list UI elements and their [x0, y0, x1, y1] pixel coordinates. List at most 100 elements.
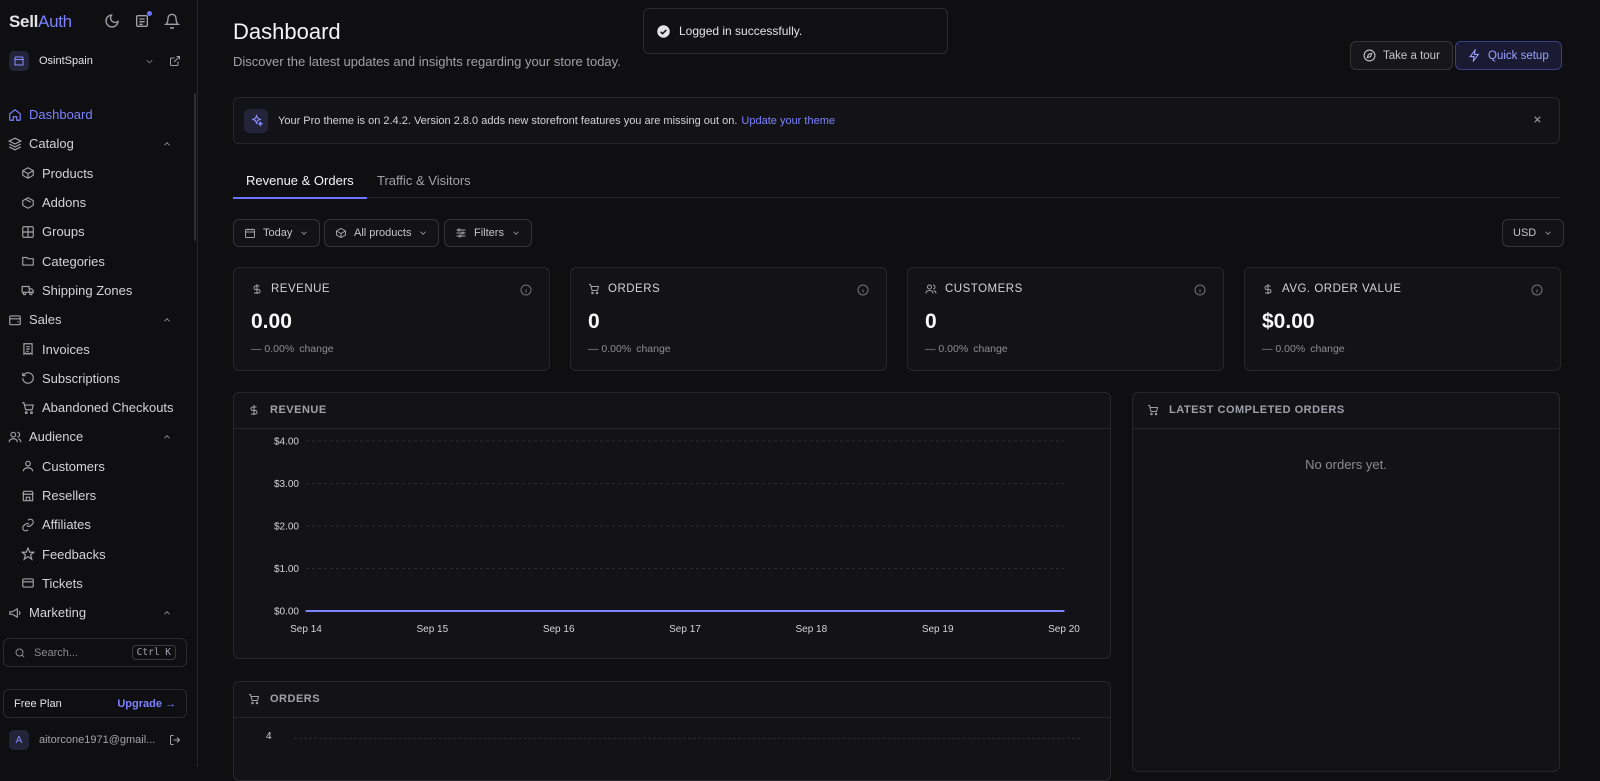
tab-traffic-visitors[interactable]: Traffic & Visitors: [377, 173, 471, 196]
take-tour-button[interactable]: Take a tour: [1350, 41, 1453, 70]
sidebar-item-resellers[interactable]: Resellers: [0, 481, 192, 510]
calendar-icon: [244, 227, 256, 239]
notification-dot: [147, 11, 152, 16]
sidebar-item-customers[interactable]: Customers: [0, 452, 192, 481]
stat-change-label: change: [1310, 343, 1345, 355]
star-icon: [21, 547, 35, 561]
sidebar-item-products[interactable]: Products: [0, 159, 192, 188]
store-switcher[interactable]: OsintSpain: [9, 51, 181, 71]
megaphone-icon: [8, 606, 22, 620]
data-point: [936, 610, 939, 612]
upgrade-link[interactable]: Upgrade →: [117, 698, 176, 710]
sidebar-item-groups[interactable]: Groups: [0, 217, 192, 246]
currency-select[interactable]: USD: [1502, 219, 1565, 247]
stat-card-avg-order-value: AVG. ORDER VALUE $0.00 — 0.00% change: [1244, 267, 1561, 371]
sidebar-item-abandoned-checkouts[interactable]: Abandoned Checkouts: [0, 393, 192, 422]
refresh-icon: [21, 371, 35, 385]
sidebar-section-audience[interactable]: Audience: [0, 422, 192, 451]
bell-icon[interactable]: [164, 13, 180, 29]
sidebar-item-categories[interactable]: Categories: [0, 246, 192, 275]
sliders-icon: [455, 227, 467, 239]
stat-change: — 0.00% change: [588, 343, 671, 355]
chevron-down-icon: [418, 228, 428, 238]
info-icon[interactable]: [1194, 284, 1206, 296]
data-point: [557, 610, 560, 612]
filters-label: Filters: [474, 227, 504, 239]
sidebar-item-affiliates[interactable]: Affiliates: [0, 510, 192, 539]
divider: [234, 717, 1110, 718]
sidebar-item-invoices[interactable]: Invoices: [0, 334, 192, 363]
stat-title: CUSTOMERS: [945, 283, 1023, 295]
sidebar-item-dashboard[interactable]: Dashboard: [0, 100, 192, 129]
brand-part-2: Auth: [38, 12, 72, 31]
brand-logo[interactable]: SellAuth: [9, 12, 72, 32]
stat-title: ORDERS: [608, 283, 661, 295]
user-menu[interactable]: A aitorcone1971@gmail...: [9, 730, 181, 750]
info-icon[interactable]: [520, 284, 532, 296]
news-icon[interactable]: [134, 11, 152, 29]
sidebar-item-label: Subscriptions: [42, 370, 121, 386]
chevron-down-icon: [1543, 228, 1553, 238]
cart-icon: [588, 283, 600, 295]
sidebar-section-catalog[interactable]: Catalog: [0, 129, 192, 158]
sidebar-item-label: Tickets: [42, 575, 83, 591]
sidebar-item-label: Feedbacks: [42, 546, 106, 562]
stat-change-label: change: [299, 343, 334, 355]
sidebar-item-feedbacks[interactable]: Feedbacks: [0, 539, 192, 568]
x-tick-label: Sep 16: [543, 624, 575, 635]
sidebar-item-tickets[interactable]: Tickets: [0, 569, 192, 598]
page-subtitle: Discover the latest updates and insights…: [233, 54, 621, 69]
update-theme-link[interactable]: Update your theme: [741, 115, 835, 127]
products-select[interactable]: All products: [324, 219, 440, 247]
info-icon[interactable]: [1531, 284, 1543, 296]
sidebar-item-label: Invoices: [42, 341, 90, 357]
stat-card-customers: CUSTOMERS 0 — 0.00% change: [907, 267, 1224, 371]
sidebar-item-addons[interactable]: Addons: [0, 188, 192, 217]
stat-change-value: 0.00%: [601, 343, 632, 355]
sidebar-item-subscriptions[interactable]: Subscriptions: [0, 364, 192, 393]
search-placeholder: Search...: [34, 646, 79, 659]
toast-notification: Logged in successfully.: [643, 8, 948, 54]
info-icon[interactable]: [857, 284, 869, 296]
chevron-down-icon: [299, 228, 309, 238]
stat-change-value: 0.00%: [1275, 343, 1306, 355]
panel-title: REVENUE: [270, 404, 327, 416]
sidebar-scrollbar[interactable]: [194, 93, 196, 241]
stat-change: — 0.00% change: [251, 343, 334, 355]
sidebar-section-marketing[interactable]: Marketing: [0, 598, 192, 627]
stat-change: — 0.00% change: [925, 343, 1008, 355]
top-icons: [104, 11, 180, 29]
sidebar-item-label: Shipping Zones: [42, 282, 133, 298]
dollar-icon: [248, 404, 260, 416]
receipt-icon: [21, 342, 35, 356]
tab-revenue-orders[interactable]: Revenue & Orders: [233, 173, 367, 199]
check-circle-icon: [656, 24, 671, 39]
link-icon: [21, 518, 35, 532]
ticket-icon: [21, 576, 35, 590]
external-link-icon[interactable]: [169, 55, 181, 67]
search-input[interactable]: Search... Ctrl K: [3, 638, 187, 667]
store-icon: [9, 51, 29, 71]
sidebar-item-label: Dashboard: [29, 107, 93, 123]
data-point: [1063, 610, 1065, 612]
main-content: Dashboard Discover the latest updates an…: [198, 0, 1600, 781]
quick-setup-button[interactable]: Quick setup: [1455, 41, 1562, 70]
sidebar-section-sales[interactable]: Sales: [0, 305, 192, 334]
filters-button[interactable]: Filters: [444, 219, 532, 247]
sidebar-item-shipping-zones[interactable]: Shipping Zones: [0, 276, 192, 305]
brand-part-1: Sell: [9, 12, 39, 31]
chevron-down-icon: [144, 56, 155, 67]
sidebar-nav: Dashboard Catalog Products Addons Groups…: [0, 100, 192, 627]
revenue-line-chart: $0.00 $1.00 $2.00 $3.00 $4.00 Sep 14 Sep 15 Sep…: [274, 437, 1080, 636]
data-point: [305, 610, 307, 612]
moon-icon[interactable]: [104, 13, 120, 29]
date-range-value: Today: [263, 227, 293, 239]
avatar: A: [9, 730, 29, 750]
y-tick-label: 4: [266, 731, 272, 742]
date-range-select[interactable]: Today: [233, 219, 321, 247]
stat-change: — 0.00% change: [1262, 343, 1345, 355]
logout-icon[interactable]: [169, 734, 181, 746]
sidebar: SellAuth OsintSpain Dashboard Catalog Pr…: [0, 0, 198, 767]
close-icon[interactable]: [1532, 114, 1543, 125]
theme-update-banner: Your Pro theme is on 2.4.2. Version 2.8.…: [233, 97, 1560, 144]
